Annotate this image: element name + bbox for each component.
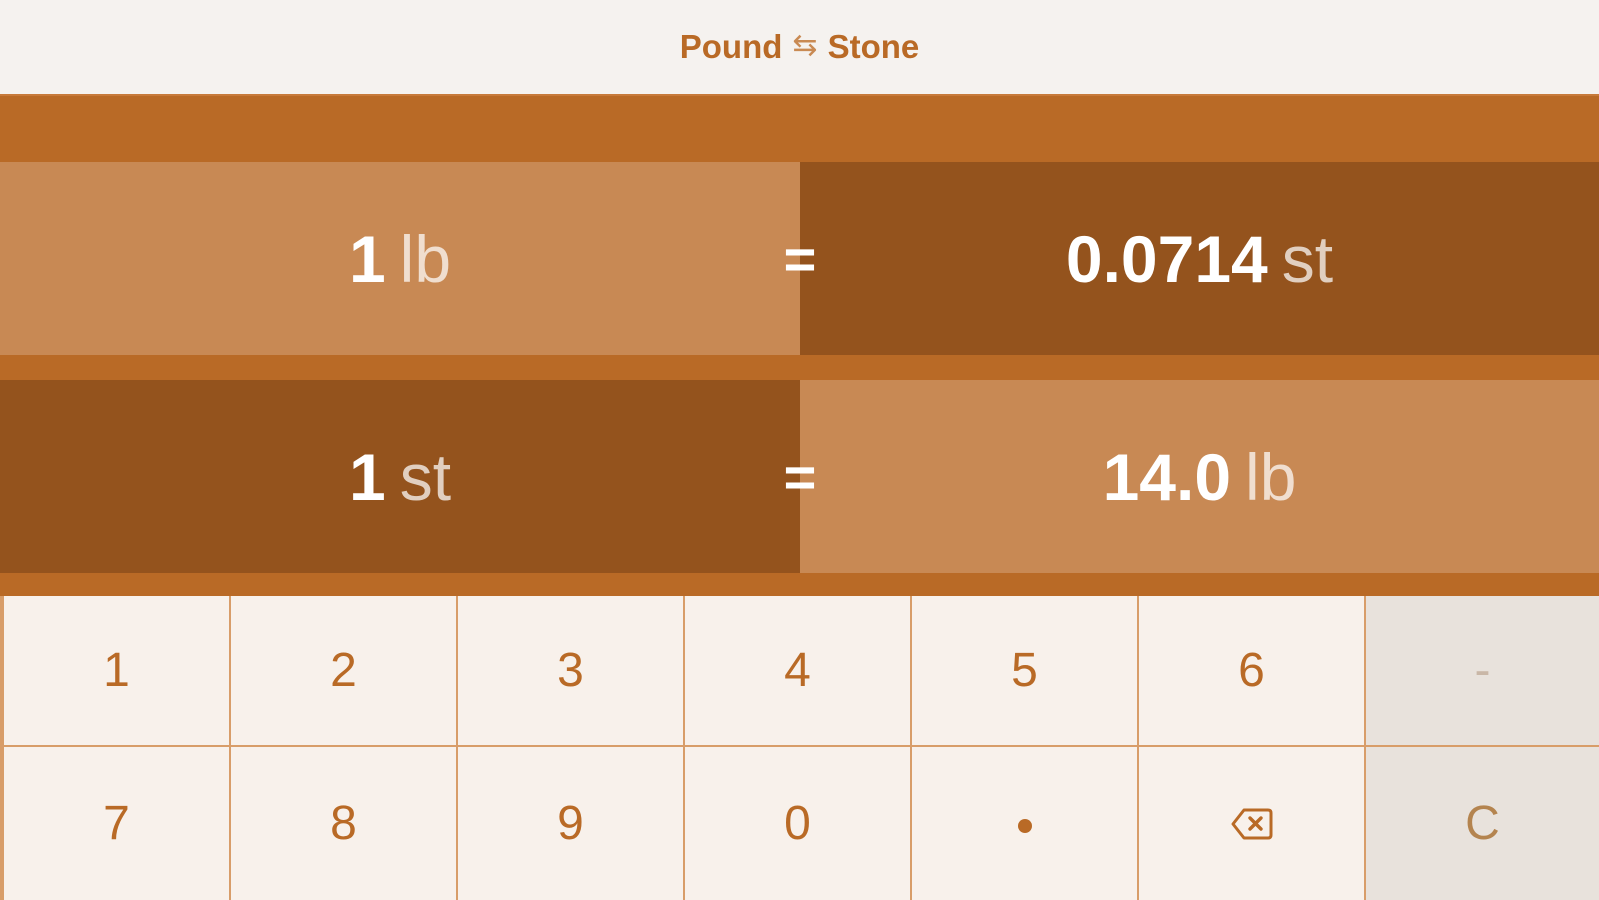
key-2[interactable]: 2 bbox=[231, 596, 456, 745]
conversion-row-1: 1 lb = 0.0714 st bbox=[0, 162, 1599, 355]
unit-converter-app: Pound ⇆ Stone 1 lb = 0.0714 st 1 st = 14… bbox=[0, 0, 1599, 900]
reference-to-value: 14.0 bbox=[1102, 439, 1232, 514]
reference-from-unit: st bbox=[399, 439, 452, 514]
number-keypad: 1 2 3 4 5 6 - 7 8 9 0 C bbox=[0, 596, 1599, 900]
reference-to-unit: lb bbox=[1245, 439, 1297, 514]
input-unit: lb bbox=[399, 221, 452, 296]
backspace-key[interactable] bbox=[1139, 747, 1364, 900]
reference-from-cell: 1 st bbox=[0, 380, 800, 573]
reference-from-value: 1 bbox=[348, 439, 386, 514]
clear-key[interactable]: C bbox=[1366, 747, 1599, 900]
backspace-icon bbox=[1231, 808, 1272, 839]
key-3[interactable]: 3 bbox=[458, 596, 683, 745]
reference-to-cell: 14.0 lb bbox=[800, 380, 1599, 573]
key-1[interactable]: 1 bbox=[4, 596, 229, 745]
decimal-dot-icon bbox=[1017, 818, 1032, 833]
key-0[interactable]: 0 bbox=[685, 747, 910, 900]
result-value-cell: 0.0714 st bbox=[800, 162, 1599, 355]
page-title: Pound ⇆ Stone bbox=[680, 28, 919, 66]
title-to-unit: Stone bbox=[827, 28, 920, 65]
top-header: Pound ⇆ Stone bbox=[0, 0, 1599, 96]
equals-sign: = bbox=[783, 227, 817, 290]
conversion-row-2: 1 st = 14.0 lb bbox=[0, 380, 1599, 573]
key-7[interactable]: 7 bbox=[4, 747, 229, 900]
title-from-unit: Pound bbox=[679, 28, 783, 65]
result-unit: st bbox=[1281, 221, 1334, 296]
input-value: 1 bbox=[348, 221, 386, 296]
key-5[interactable]: 5 bbox=[912, 596, 1137, 745]
input-value-cell[interactable]: 1 lb bbox=[0, 162, 800, 355]
spacer-band bbox=[0, 96, 1599, 162]
key-4[interactable]: 4 bbox=[685, 596, 910, 745]
key-6[interactable]: 6 bbox=[1139, 596, 1364, 745]
key-9[interactable]: 9 bbox=[458, 747, 683, 900]
minus-key[interactable]: - bbox=[1366, 596, 1599, 745]
equals-sign: = bbox=[783, 445, 817, 508]
result-value: 0.0714 bbox=[1065, 221, 1268, 296]
key-8[interactable]: 8 bbox=[231, 747, 456, 900]
decimal-key[interactable] bbox=[912, 747, 1137, 900]
swap-icon[interactable]: ⇆ bbox=[792, 28, 817, 63]
